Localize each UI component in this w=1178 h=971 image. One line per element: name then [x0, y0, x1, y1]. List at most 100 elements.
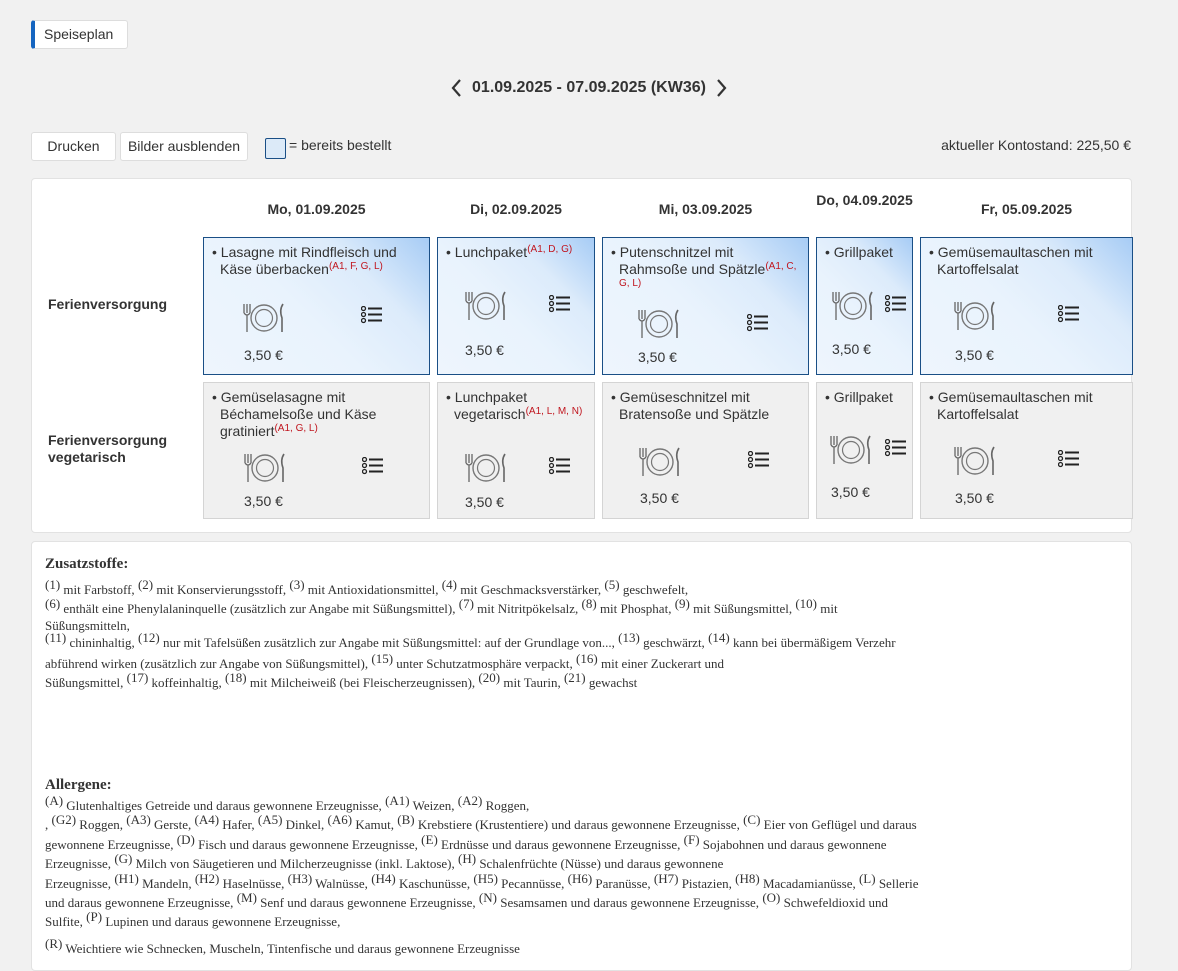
meal-cell[interactable]: • Gemüsemaultaschen mit Kartoffelsalat 3,…: [920, 237, 1133, 375]
meal-name-text: • Lunchpaket: [446, 244, 528, 260]
meal-price: 3,50 €: [465, 494, 504, 510]
day-header-fri: Fr, 05.09.2025: [980, 201, 1073, 217]
details-list-icon[interactable]: [747, 450, 770, 476]
week-navigation: 01.09.2025 - 07.09.2025 (KW36): [0, 74, 1178, 102]
meal-cell[interactable]: • Putenschnitzel mit Rahmsoße und Spätzl…: [602, 237, 809, 375]
legend-code: (1): [45, 577, 61, 592]
meal-cell[interactable]: • Lunchpaket vegetarisch(A1, L, M, N) 3,5…: [437, 382, 595, 519]
legend-line: (R) Weichtiere wie Schnecken, Muscheln, …: [45, 936, 1120, 958]
line-label-vegetarian: Ferienversorgung vegetarisch: [48, 432, 168, 465]
legend-description: Kaschunüsse,: [395, 876, 474, 891]
legend-description: abführend wirken (zusätzlich zur Angabe …: [45, 656, 372, 671]
legend-code: (A4): [194, 812, 220, 827]
legend-code: (G): [114, 851, 133, 866]
meal-name: • Lunchpaket(A1, D, G): [446, 244, 586, 261]
details-list-icon[interactable]: [548, 294, 571, 320]
legend-description: Erzeugnisse,: [45, 876, 115, 891]
meal-cell[interactable]: • Gemüselasagne mit Béchamelsoße und Käs…: [203, 382, 430, 519]
details-list-icon[interactable]: [1057, 304, 1080, 330]
print-button[interactable]: Drucken: [31, 132, 116, 161]
legend-code: (L): [858, 871, 876, 886]
legend-description: Senf und daraus gewonnene Erzeugnisse,: [256, 895, 479, 910]
legend-description: Pecannüsse,: [497, 876, 568, 891]
legend-code: (H5): [473, 871, 498, 886]
details-list-icon[interactable]: [361, 456, 384, 482]
legend-description: Macadamianüsse,: [759, 876, 859, 891]
legend-description: Kamut,: [352, 817, 398, 832]
meal-cell[interactable]: • Grillpaket 3,50 €: [816, 237, 913, 375]
legend-description: unter Schutzatmosphäre verpackt,: [393, 656, 577, 671]
legend-line: gewonnene Erzeugnisse, (D) Fisch und dar…: [45, 832, 1120, 854]
details-list-icon[interactable]: [1057, 449, 1080, 475]
hide-images-button[interactable]: Bilder ausblenden: [120, 132, 248, 161]
meal-cell[interactable]: • Gemüseschnitzel mit Bratensoße und Spä…: [602, 382, 809, 519]
meal-cell[interactable]: • Lasagne mit Rindfleisch und Käse überb…: [203, 237, 430, 375]
meal-cell[interactable]: • Gemüsemaultaschen mit Kartoffelsalat 3,…: [920, 382, 1133, 519]
legend-code: (15): [371, 651, 394, 666]
legend-description: kann bei übermäßigem Verzehr: [729, 635, 896, 650]
meal-price: 3,50 €: [831, 484, 870, 500]
legend-description: geschwefelt,: [619, 582, 689, 597]
legend-code: (P): [86, 909, 103, 924]
next-week-button[interactable]: [712, 78, 730, 98]
legend-code: (4): [441, 577, 457, 592]
legend-description: geschwärzt,: [639, 635, 709, 650]
details-list-icon[interactable]: [746, 313, 769, 339]
legend-description: mit: [817, 601, 838, 616]
legend-code: (12): [138, 630, 160, 645]
legend-description: mit Konservierungsstoff,: [153, 582, 290, 597]
legend-description: Erdnüsse und daraus gewonnene Erzeugniss…: [437, 837, 684, 852]
legend-code: (21): [563, 670, 586, 685]
plate-cutlery-icon: [240, 302, 288, 339]
legend-description: Sesamsamen und daraus gewonnene Erzeugni…: [496, 895, 763, 910]
legend-description: Glutenhaltiges Getreide und daraus gewon…: [63, 798, 386, 813]
legend-code: (A1): [385, 793, 410, 808]
meal-name: • Gemüsemaultaschen mit Kartoffelsalat: [929, 389, 1124, 423]
legend-description: mit Süßungsmittel,: [689, 601, 796, 616]
meal-price: 3,50 €: [955, 347, 994, 363]
legend-code: (C): [743, 812, 761, 827]
legend-description: Süßungsmittel,: [45, 675, 127, 690]
details-list-icon[interactable]: [360, 305, 383, 331]
legend-description: ,: [45, 817, 52, 832]
meal-name: • Lasagne mit Rindfleisch und Käse überb…: [212, 244, 421, 278]
legend-description: Schalenfrüchte (Nüsse) und daraus gewonn…: [476, 856, 724, 871]
legend-description: mit einer Zuckerart und: [597, 656, 725, 671]
plate-cutlery-icon: [951, 300, 999, 337]
day-header-wed: Mi, 03.09.2025: [658, 201, 753, 217]
meal-allergens: (A1, G, L): [274, 423, 318, 434]
details-list-icon[interactable]: [884, 438, 907, 464]
meal-allergens: (A1, L, M, N): [525, 406, 583, 417]
legend-description: mit Phosphat,: [596, 601, 675, 616]
legend-description: Eier von Geflügel und daraus: [760, 817, 917, 832]
legend-code: (F): [683, 832, 700, 847]
meal-name: • Gemüsemaultaschen mit Kartoffelsalat: [929, 244, 1124, 278]
account-balance: aktueller Kontostand: 225,50 €: [941, 137, 1131, 153]
legend-code: (17): [126, 670, 149, 685]
legend-description: Sellerie: [875, 876, 919, 891]
legend-code: (20): [478, 670, 501, 685]
legend-code: (G2): [51, 812, 77, 827]
legend-code: (14): [708, 630, 730, 645]
legend-code: (O): [762, 890, 781, 905]
additives-allergens-info: Zusatzstoffe: (1) mit Farbstoff, (2) mit…: [31, 541, 1132, 971]
legend-line: Sulfite, (P) Lupinen und daraus gewonnen…: [45, 909, 1120, 931]
legend-code: (N): [478, 890, 497, 905]
meal-cell[interactable]: • Lunchpaket(A1, D, G) 3,50 €: [437, 237, 595, 375]
legend-description: Fisch und daraus gewonnene Erzeugnisse,: [194, 837, 422, 852]
details-list-icon[interactable]: [548, 456, 571, 482]
legend-code: (7): [458, 596, 474, 611]
legend-description: Hafer,: [219, 817, 258, 832]
tab-speiseplan[interactable]: Speiseplan: [31, 20, 128, 49]
legend-description: Roggen,: [482, 798, 530, 813]
legend-code: (13): [618, 630, 640, 645]
meal-name-text: • Gemüsemaultaschen mit Kartoffelsalat: [929, 244, 1093, 277]
details-list-icon[interactable]: [884, 294, 907, 320]
legend-code: (E): [421, 832, 438, 847]
allergens-title: Allergene:: [45, 777, 112, 793]
prev-week-button[interactable]: [448, 78, 466, 98]
meal-cell[interactable]: • Grillpaket 3,50 €: [816, 382, 913, 519]
plate-cutlery-icon: [827, 434, 875, 471]
legend-line: Süßungsmittel, (17) koffeinhaltig, (18) …: [45, 670, 1120, 692]
legend-code: (H7): [653, 871, 679, 886]
